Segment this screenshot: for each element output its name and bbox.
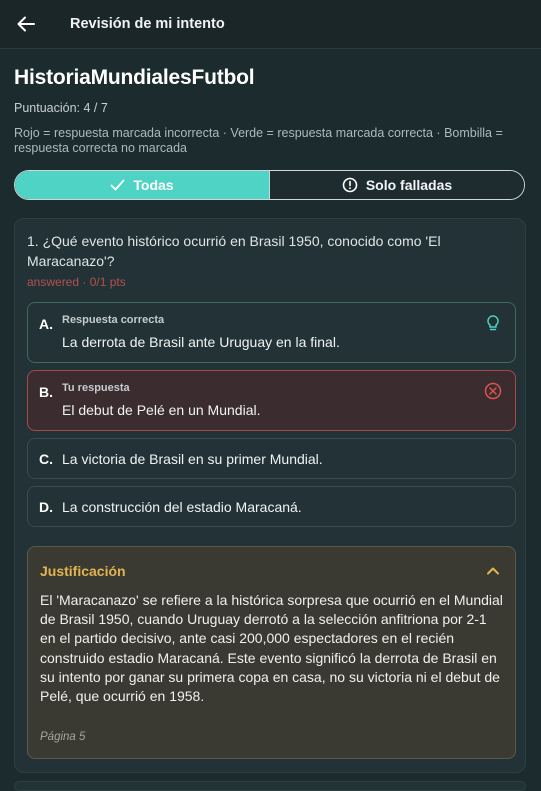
filter-toggle: Todas Solo falladas	[14, 170, 525, 200]
filter-all-label: Todas	[133, 177, 174, 193]
question-card: 1. ¿Qué evento histórico ocurrió en Bras…	[14, 218, 526, 773]
filter-failed-label: Solo falladas	[365, 177, 453, 193]
option-d[interactable]: D. La construcción del estadio Maracaná.	[27, 486, 516, 527]
quiz-title: HistoriaMundialesFutbol	[14, 66, 255, 89]
option-letter: A.	[39, 316, 53, 332]
justification-page: Página 5	[40, 731, 86, 743]
option-letter: D.	[39, 499, 53, 515]
header-title: Revisión de mi intento	[70, 16, 225, 32]
filter-failed-button[interactable]: Solo falladas	[269, 171, 524, 199]
alert-circle-icon	[342, 177, 358, 193]
option-letter: C.	[39, 451, 53, 467]
option-b[interactable]: B. Tu respuesta El debut de Pelé en un M…	[27, 370, 516, 431]
legend-text: Rojo = respuesta marcada incorrecta · Ve…	[14, 126, 503, 155]
option-text: La derrota de Brasil ante Uruguay en la …	[62, 334, 340, 350]
next-question-card	[14, 781, 526, 791]
option-text: El debut de Pelé en un Mundial.	[62, 402, 261, 418]
arrow-left-icon	[17, 16, 35, 32]
option-text: La victoria de Brasil en su primer Mundi…	[62, 451, 323, 467]
chevron-up-icon[interactable]	[485, 563, 501, 579]
check-icon	[110, 179, 125, 191]
option-letter: B.	[39, 384, 53, 400]
option-text: La construcción del estadio Maracaná.	[62, 499, 302, 515]
score-text: Puntuación: 4 / 7	[14, 101, 108, 115]
x-circle-icon	[484, 382, 502, 400]
option-a[interactable]: A. Respuesta correcta La derrota de Bras…	[27, 302, 516, 363]
option-tag: Tu respuesta	[62, 382, 130, 394]
back-button[interactable]	[14, 12, 38, 36]
filter-all-button[interactable]: Todas	[15, 171, 269, 199]
lightbulb-icon	[487, 315, 499, 331]
justification-panel: Justificación El 'Maracanazo' se refiere…	[27, 546, 516, 759]
option-tag: Respuesta correcta	[62, 314, 165, 326]
question-status: answered · 0/1 pts	[27, 275, 126, 289]
justification-text: El 'Maracanazo' se refiere a la históric…	[40, 592, 503, 705]
top-app-bar: Revisión de mi intento	[0, 0, 541, 49]
option-c[interactable]: C. La victoria de Brasil en su primer Mu…	[27, 438, 516, 479]
justification-title: Justificación	[40, 563, 126, 579]
question-text: 1. ¿Qué evento histórico ocurrió en Bras…	[27, 233, 441, 269]
